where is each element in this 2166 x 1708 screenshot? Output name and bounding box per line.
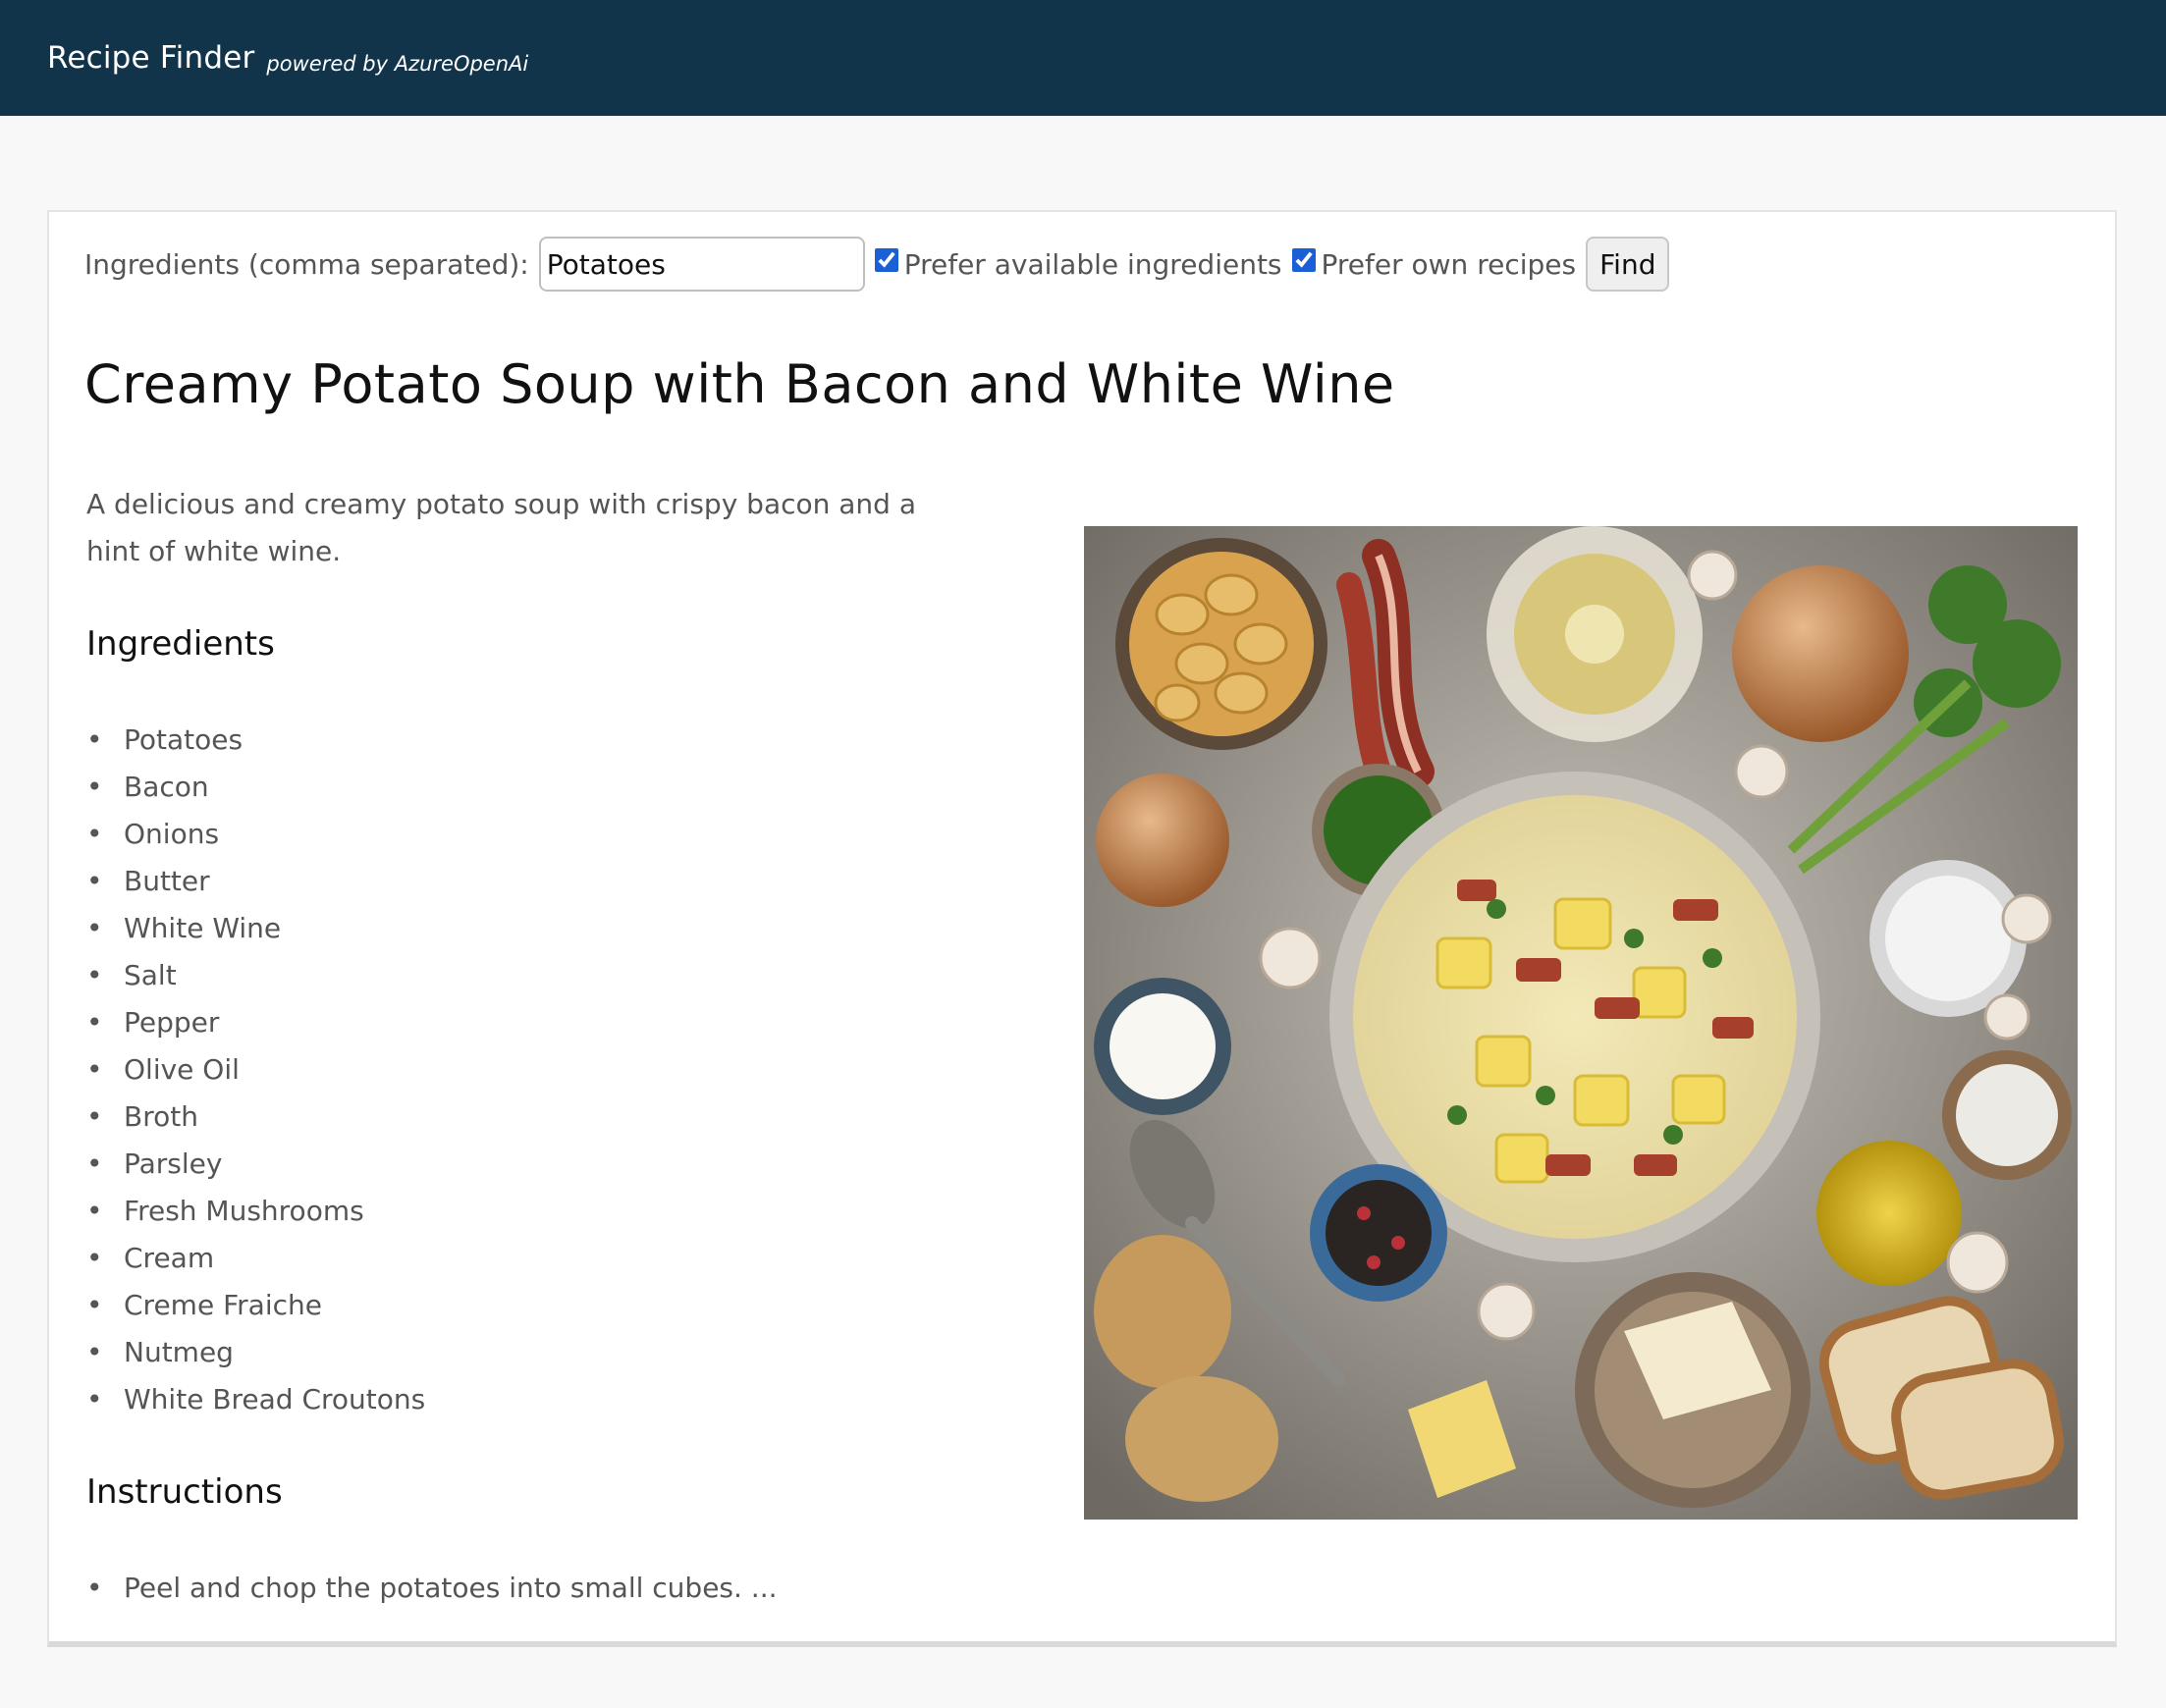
ingredient-item: Cream [86,1235,425,1282]
ingredient-item: Olive Oil [86,1046,425,1094]
ingredient-item: Butter [86,858,425,905]
find-button[interactable]: Find [1586,237,1670,292]
recipe-image [1084,526,2078,1520]
ingredient-item: Nutmeg [86,1329,425,1376]
ingredient-item: Onions [86,811,425,858]
ingredients-input[interactable] [538,237,865,292]
ingredient-item: Potatoes [86,717,425,764]
prefer-available-label: Prefer available ingredients [903,247,1282,281]
powered-by-label: powered by AzureOpenAi [266,52,529,76]
search-bar: Ingredients (comma separated): Prefer av… [84,236,1670,293]
prefer-own-label: Prefer own recipes [1321,247,1577,281]
prefer-available-checkbox[interactable] [874,248,898,272]
instructions-list: Peel and chop the potatoes into small cu… [86,1565,778,1612]
ingredient-item: Salt [86,952,425,999]
app-title: Recipe Finder [47,40,255,76]
recipe-description: A delicious and creamy potato soup with … [86,488,917,567]
ingredient-item: White Wine [86,905,425,952]
recipe-title: Creamy Potato Soup with Bacon and White … [84,353,1395,415]
prefer-own-checkbox[interactable] [1291,248,1316,272]
ingredient-item: White Bread Croutons [86,1376,425,1423]
ingredient-item: Fresh Mushrooms [86,1188,425,1235]
ingredient-item: Creme Fraiche [86,1282,425,1329]
ingredients-label: Ingredients (comma separated): [84,247,529,281]
ingredients-heading: Ingredients [86,624,275,664]
instructions-heading: Instructions [86,1472,283,1512]
ingredients-list: Potatoes Bacon Onions Butter White Wine … [86,717,425,1423]
recipe-card: Ingredients (comma separated): Prefer av… [47,210,2117,1647]
recipe-photo-illustration [1084,526,2078,1520]
ingredient-item: Pepper [86,999,425,1046]
ingredient-item: Broth [86,1094,425,1141]
ingredient-item: Bacon [86,764,425,811]
app-header: Recipe Finder powered by AzureOpenAi [0,0,2166,116]
instruction-item: Peel and chop the potatoes into small cu… [86,1565,778,1612]
ingredient-item: Parsley [86,1141,425,1188]
